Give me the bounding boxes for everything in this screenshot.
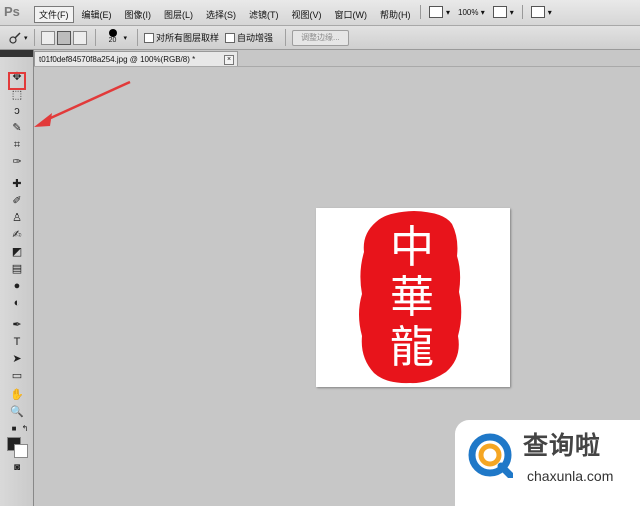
- seal-image: 中 華 龍: [359, 211, 462, 384]
- separator: [137, 29, 139, 46]
- seal-character: 華: [390, 272, 434, 323]
- history-brush-tool[interactable]: ✍: [9, 228, 25, 242]
- extras-button[interactable]: ▾: [530, 5, 552, 19]
- marquee-tool[interactable]: ⬚: [9, 88, 25, 102]
- shape-tool[interactable]: ▭: [9, 369, 25, 383]
- clone-stamp-tool[interactable]: ♙: [9, 211, 25, 225]
- healing-brush-tool[interactable]: ✚: [9, 177, 25, 191]
- photoshop-logo: Ps: [4, 4, 20, 19]
- pen-tool[interactable]: ✒: [9, 318, 25, 332]
- menu-filter[interactable]: 滤镜(T): [244, 6, 284, 23]
- hand-tool[interactable]: ✋: [9, 388, 25, 402]
- watermark-title: 查询啦: [523, 431, 602, 460]
- arrange-documents-button[interactable]: ▾: [492, 5, 514, 19]
- quick-selection-preset-icon[interactable]: [8, 31, 22, 45]
- blur-tool[interactable]: ●: [9, 279, 25, 293]
- sample-all-layers-checkbox[interactable]: 对所有图层取样: [144, 31, 219, 44]
- preset-dropdown-arrow[interactable]: ▾: [24, 34, 28, 42]
- screen-mode-button[interactable]: ▾: [429, 5, 450, 19]
- panel-grip[interactable]: [0, 50, 33, 57]
- options-bar: ▾ 20 ▾ 对所有图层取样 自动增强 调整边缘...: [0, 26, 640, 50]
- menu-help[interactable]: 帮助(H): [375, 6, 416, 23]
- auto-enhance-checkbox[interactable]: 自动增强: [225, 31, 273, 44]
- document-canvas[interactable]: 中 華 龍: [316, 208, 510, 387]
- add-to-selection-mode[interactable]: [56, 30, 71, 45]
- menu-file[interactable]: 文件(F): [34, 6, 74, 23]
- menu-view[interactable]: 视图(V): [287, 6, 327, 23]
- path-selection-tool[interactable]: ➤: [9, 352, 25, 366]
- screen-mode-icon: [429, 6, 443, 18]
- watermark-logo-icon: [468, 433, 513, 478]
- watermark: 查询啦 chaxunla.com: [455, 420, 640, 506]
- selected-tool-highlight: [8, 72, 26, 90]
- menu-layer[interactable]: 图层(L): [159, 6, 198, 23]
- checkbox-box: [144, 32, 155, 43]
- gradient-tool[interactable]: ▤: [9, 262, 25, 276]
- subtract-from-selection-mode[interactable]: [72, 30, 87, 45]
- separator: [420, 5, 421, 19]
- workspace-divider: [34, 66, 640, 67]
- separator: [33, 29, 35, 46]
- background-color-swatch[interactable]: [14, 444, 28, 458]
- watermark-url: chaxunla.com: [527, 468, 614, 484]
- arrange-icon: [492, 6, 507, 18]
- menu-image[interactable]: 图像(I): [120, 6, 157, 23]
- document-tab[interactable]: t01f0def84570f8a254.jpg @ 100%(RGB/8) * …: [34, 51, 238, 67]
- menu-select[interactable]: 选择(S): [201, 6, 241, 23]
- separator: [94, 29, 96, 46]
- brush-size-picker[interactable]: 20: [102, 28, 124, 48]
- seal-character: 中: [390, 222, 434, 273]
- document-title: t01f0def84570f8a254.jpg @ 100%(RGB/8) *: [39, 55, 196, 64]
- zoom-level: 100%: [458, 7, 479, 17]
- separator: [285, 29, 287, 46]
- auto-enhance-label: 自动增强: [237, 33, 274, 43]
- close-tab-icon[interactable]: ×: [224, 55, 234, 65]
- menu-right-controls: ▾ 100% ▾ ▾ ▾: [420, 5, 560, 19]
- separator: [521, 5, 523, 19]
- menu-bar: Ps 文件(F) 编辑(E) 图像(I) 图层(L) 选择(S) 滤镜(T) 视…: [0, 0, 640, 26]
- brush-dropdown-arrow[interactable]: ▾: [124, 34, 128, 42]
- refine-edge-button[interactable]: 调整边缘...: [292, 29, 349, 46]
- extras-icon: [530, 6, 545, 18]
- eyedropper-tool[interactable]: ✑: [9, 155, 25, 169]
- checkbox-box: [225, 32, 236, 43]
- zoom-tool[interactable]: 🔍: [9, 405, 25, 419]
- dodge-tool[interactable]: ◐: [9, 296, 25, 310]
- menu-edit[interactable]: 编辑(E): [77, 6, 117, 23]
- brush-tip-icon: [108, 28, 117, 37]
- type-tool[interactable]: T: [9, 335, 25, 349]
- quick-selection-tool[interactable]: ✎: [9, 121, 25, 135]
- quick-mask-icon[interactable]: ◙: [9, 461, 25, 475]
- crop-tool[interactable]: ⌗: [9, 138, 25, 152]
- eraser-tool[interactable]: ◩: [9, 245, 25, 259]
- swap-colors-icon[interactable]: ↰: [17, 422, 33, 436]
- main-menu: 文件(F) 编辑(E) 图像(I) 图层(L) 选择(S) 滤镜(T) 视图(V…: [34, 6, 419, 23]
- menu-window[interactable]: 窗口(W): [330, 6, 373, 23]
- zoom-level-dropdown[interactable]: 100% ▾: [458, 5, 485, 19]
- brush-size-value: 20: [108, 36, 117, 44]
- sample-all-layers-label: 对所有图层取样: [156, 33, 220, 43]
- seal-character: 龍: [390, 322, 434, 373]
- brush-tool[interactable]: ✐: [9, 194, 25, 208]
- new-selection-mode[interactable]: [40, 30, 55, 45]
- lasso-tool[interactable]: ↄ: [9, 104, 25, 118]
